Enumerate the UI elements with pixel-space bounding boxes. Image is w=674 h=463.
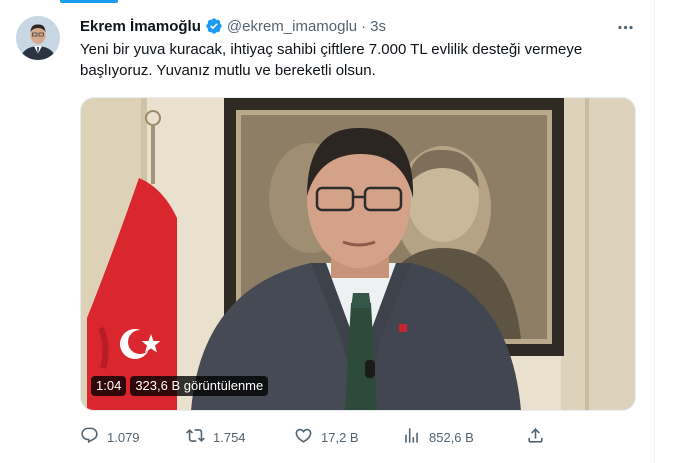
- share-button[interactable]: [526, 425, 545, 449]
- more-dots-icon[interactable]: [614, 16, 636, 38]
- timeline-border: [654, 0, 655, 463]
- tweet-header: Ekrem İmamoğlu @ekrem_imamoglu · 3s: [80, 15, 386, 37]
- tweet-text: Yeni bir yuva kuracak, ihtiyaç sahibi çi…: [80, 41, 583, 79]
- video-view-count: 323,6 B görüntülenme: [130, 376, 269, 396]
- video-player[interactable]: 1:04 323,6 B görüntülenme: [80, 97, 636, 411]
- repost-button[interactable]: 1.754: [186, 425, 246, 449]
- repost-icon: [186, 426, 205, 448]
- separator-dot: ·: [361, 17, 367, 35]
- like-count: 17,2 B: [321, 429, 359, 445]
- video-overlay: 1:04 323,6 B görüntülenme: [91, 376, 269, 396]
- tweet[interactable]: Ekrem İmamoğlu @ekrem_imamoglu · 3s Yeni…: [0, 0, 654, 463]
- reply-count: 1.079: [107, 429, 140, 445]
- tweet-timestamp[interactable]: 3s: [370, 18, 386, 35]
- views-button[interactable]: 852,6 B: [402, 425, 474, 449]
- reply-button[interactable]: 1.079: [80, 425, 140, 449]
- author-handle[interactable]: @ekrem_imamoglu: [227, 18, 357, 35]
- avatar[interactable]: [16, 16, 60, 60]
- share-icon: [526, 426, 545, 448]
- tweet-actions: 1.079 1.754 17,2 B 852,6 B: [80, 425, 550, 449]
- views-count: 852,6 B: [429, 429, 474, 445]
- verified-badge-icon[interactable]: [205, 17, 223, 35]
- heart-icon: [294, 426, 313, 448]
- like-button[interactable]: 17,2 B: [294, 425, 359, 449]
- repost-count: 1.754: [213, 429, 246, 445]
- views-chart-icon: [402, 426, 421, 448]
- author-display-name[interactable]: Ekrem İmamoğlu: [80, 18, 201, 35]
- video-duration: 1:04: [91, 376, 127, 396]
- reply-icon: [80, 426, 99, 448]
